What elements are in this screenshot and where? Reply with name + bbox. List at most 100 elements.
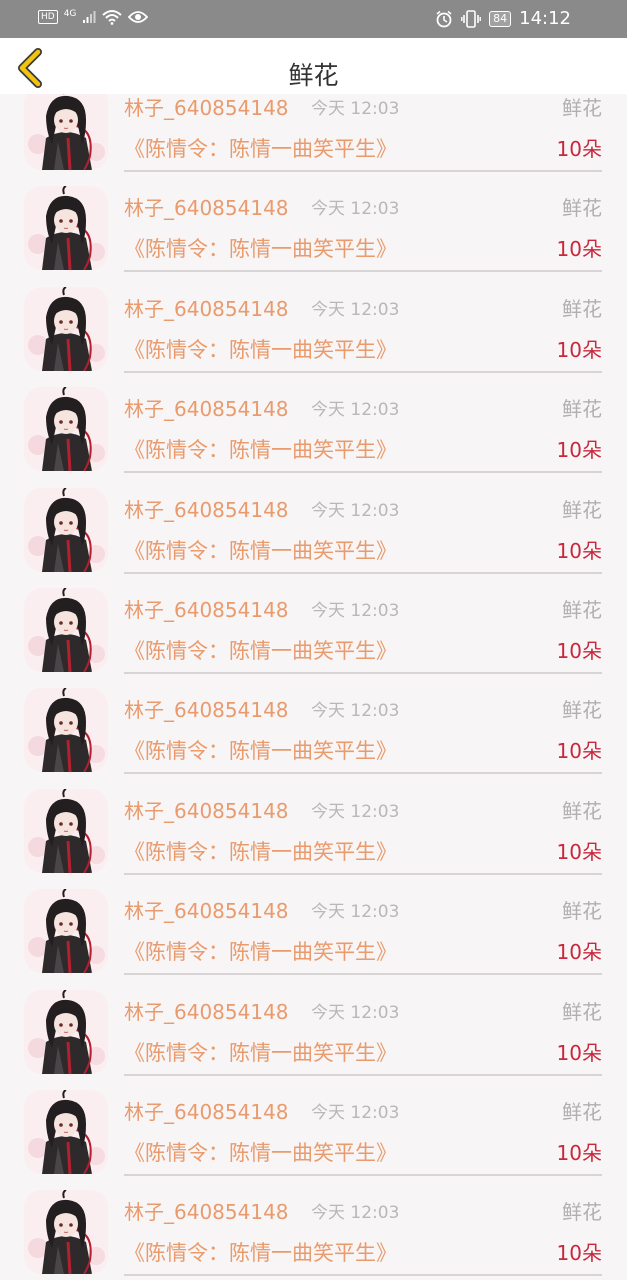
avatar[interactable] [24, 788, 108, 873]
book-title[interactable]: 《陈情令：陈情一曲笑平生》 [124, 936, 397, 966]
gift-type: 鲜花 [562, 296, 602, 321]
divider [124, 471, 602, 474]
list-item[interactable]: 林子_640854148 今天 12:03 鲜花 《陈情令：陈情一曲笑平生》 1… [0, 174, 627, 274]
wifi-icon [102, 10, 123, 25]
user-name: 林子_640854148 [124, 1200, 289, 1225]
book-title[interactable]: 《陈情令：陈情一曲笑平生》 [124, 635, 397, 665]
timestamp: 今天 12:03 [311, 99, 400, 119]
battery-indicator: 84 [489, 10, 512, 27]
user-name: 林子_640854148 [124, 899, 289, 924]
list-item[interactable]: 林子_640854148 今天 12:03 鲜花 《陈情令：陈情一曲笑平生》 1… [0, 978, 627, 1078]
status-clock: 14:12 [519, 8, 571, 29]
user-name: 林子_640854148 [124, 497, 289, 522]
book-title[interactable]: 《陈情令：陈情一曲笑平生》 [124, 434, 397, 464]
timestamp: 今天 12:03 [311, 299, 400, 320]
book-title[interactable]: 《陈情令：陈情一曲笑平生》 [124, 233, 397, 263]
book-title[interactable]: 《陈情令：陈情一曲笑平生》 [124, 133, 397, 163]
avatar[interactable] [24, 186, 108, 271]
flower-amount: 10朵 [556, 1140, 602, 1165]
flower-amount: 10朵 [556, 337, 602, 362]
user-name: 林子_640854148 [124, 397, 289, 422]
gift-type: 鲜花 [562, 397, 602, 422]
gift-type: 鲜花 [562, 196, 602, 221]
avatar[interactable] [24, 989, 108, 1074]
status-bar: HD 4G 84 14:12 [0, 0, 627, 38]
avatar[interactable] [24, 286, 108, 371]
avatar-illustration [24, 788, 108, 873]
timestamp: 今天 12:03 [311, 902, 400, 923]
book-title[interactable]: 《陈情令：陈情一曲笑平生》 [124, 1037, 397, 1067]
list-item[interactable]: 林子_640854148 今天 12:03 鲜花 《陈情令：陈情一曲笑平生》 1… [0, 275, 627, 375]
flower-amount: 10朵 [556, 538, 602, 563]
divider [124, 270, 602, 273]
book-title[interactable]: 《陈情令：陈情一曲笑平生》 [124, 1237, 397, 1267]
avatar-illustration [24, 1190, 108, 1275]
gift-type: 鲜花 [562, 497, 602, 522]
divider [124, 170, 602, 172]
avatar[interactable] [24, 487, 108, 572]
flower-amount: 10朵 [556, 839, 602, 864]
divider [124, 571, 602, 574]
vibrate-icon [461, 9, 482, 28]
list-item[interactable]: 林子_640854148 今天 12:03 鲜花 《陈情令：陈情一曲笑平生》 1… [0, 476, 627, 576]
list-item[interactable]: 林子_640854148 今天 12:03 鲜花 《陈情令：陈情一曲笑平生》 1… [0, 1078, 627, 1178]
signal-icon [83, 11, 96, 23]
book-title[interactable]: 《陈情令：陈情一曲笑平生》 [124, 535, 397, 565]
gift-type: 鲜花 [562, 698, 602, 723]
divider [124, 1173, 602, 1176]
list-item[interactable]: 林子_640854148 今天 12:03 鲜花 《陈情令：陈情一曲笑平生》 1… [0, 877, 627, 977]
book-title[interactable]: 《陈情令：陈情一曲笑平生》 [124, 1137, 397, 1167]
list-item[interactable]: 林子_640854148 今天 12:03 鲜花 《陈情令：陈情一曲笑平生》 1… [0, 375, 627, 475]
flower-amount: 10朵 [556, 438, 602, 463]
user-name: 林子_640854148 [124, 798, 289, 823]
gift-type: 鲜花 [562, 597, 602, 622]
flower-amount: 10朵 [556, 137, 602, 161]
avatar[interactable] [24, 1190, 108, 1275]
gift-type: 鲜花 [562, 1099, 602, 1124]
avatar-illustration [24, 688, 108, 773]
gift-type: 鲜花 [562, 899, 602, 924]
timestamp: 今天 12:03 [311, 801, 400, 822]
avatar-illustration [24, 1089, 108, 1174]
avatar-illustration [24, 889, 108, 974]
divider [124, 671, 602, 674]
avatar-illustration [24, 186, 108, 271]
list-item[interactable]: 林子_640854148 今天 12:03 鲜花 《陈情令：陈情一曲笑平生》 1… [0, 1178, 627, 1278]
gift-type: 鲜花 [562, 798, 602, 823]
status-right: 84 14:12 [435, 8, 571, 29]
flower-amount: 10朵 [556, 940, 602, 965]
flower-amount: 10朵 [556, 1241, 602, 1266]
user-name: 林子_640854148 [124, 597, 289, 622]
avatar-illustration [24, 94, 108, 170]
user-name: 林子_640854148 [124, 698, 289, 723]
page-title: 鲜花 [288, 61, 339, 90]
avatar-illustration [24, 387, 108, 472]
divider [124, 872, 602, 875]
list-item[interactable]: 林子_640854148 今天 12:03 鲜花 《陈情令：陈情一曲笑平生》 1… [0, 777, 627, 877]
nav-bar: 鲜花 [0, 38, 627, 94]
book-title[interactable]: 《陈情令：陈情一曲笑平生》 [124, 836, 397, 866]
timestamp: 今天 12:03 [311, 400, 400, 421]
book-title[interactable]: 《陈情令：陈情一曲笑平生》 [124, 334, 397, 364]
list-item[interactable]: 林子_640854148 今天 12:03 鲜花 《陈情令：陈情一曲笑平生》 1… [0, 576, 627, 676]
avatar[interactable] [24, 688, 108, 773]
flower-record-list[interactable]: 林子_640854148 今天 12:03 鲜花 《陈情令：陈情一曲笑平生》 1… [0, 94, 627, 1280]
hd-badge: HD [38, 10, 58, 24]
gift-type: 鲜花 [562, 999, 602, 1024]
book-title[interactable]: 《陈情令：陈情一曲笑平生》 [124, 735, 397, 765]
list-item[interactable]: 林子_640854148 今天 12:03 鲜花 《陈情令：陈情一曲笑平生》 1… [0, 676, 627, 776]
flower-amount: 10朵 [556, 638, 602, 663]
avatar[interactable] [24, 94, 108, 170]
eye-icon [128, 11, 149, 23]
gift-type: 鲜花 [562, 1200, 602, 1225]
divider [124, 973, 602, 976]
divider [124, 1274, 602, 1277]
avatar[interactable] [24, 889, 108, 974]
avatar[interactable] [24, 1089, 108, 1174]
list-item[interactable]: 林子_640854148 今天 12:03 鲜花 《陈情令：陈情一曲笑平生》 1… [0, 94, 627, 174]
divider [124, 1073, 602, 1076]
avatar[interactable] [24, 587, 108, 672]
avatar[interactable] [24, 387, 108, 472]
divider [124, 370, 602, 373]
avatar-illustration [24, 989, 108, 1074]
